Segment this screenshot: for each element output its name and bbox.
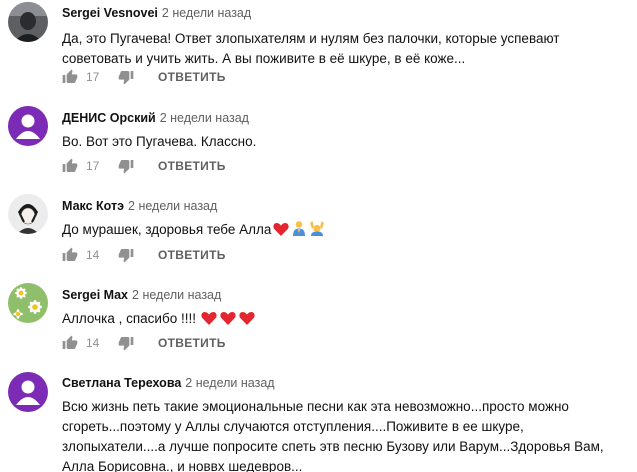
comment-toolbar: 17 ОТВЕТИТЬ xyxy=(62,67,226,87)
comment-toolbar: 17 ОТВЕТИТЬ xyxy=(62,156,226,176)
like-count: 17 xyxy=(86,159,100,173)
comment-text: Аллочка , спасибо !!!! xyxy=(62,309,629,329)
comment-toolbar: 14 ОТВЕТИТЬ xyxy=(62,333,226,353)
daisies-photo-icon xyxy=(8,283,48,323)
heart-icon xyxy=(239,312,255,325)
raised-hands-icon xyxy=(310,221,325,236)
comment-time[interactable]: 2 недели назад xyxy=(185,376,274,390)
thumbs-down-icon[interactable] xyxy=(118,247,134,263)
thumbs-up-icon[interactable] xyxy=(62,247,78,263)
reply-button[interactable]: ОТВЕТИТЬ xyxy=(158,159,226,173)
comment-author[interactable]: Sergei Vesnovei xyxy=(62,6,158,20)
comment-toolbar: 14 ОТВЕТИТЬ xyxy=(62,245,226,265)
comment-text: Да, это Пугачева! Ответ злопыхателям и н… xyxy=(62,31,560,66)
like-count: 17 xyxy=(86,70,100,84)
reply-button[interactable]: ОТВЕТИТЬ xyxy=(158,248,226,262)
avatar[interactable] xyxy=(8,106,48,146)
comment-time[interactable]: 2 недели назад xyxy=(160,111,249,125)
thumbs-up-icon[interactable] xyxy=(62,69,78,85)
avatar[interactable] xyxy=(8,283,48,323)
comment-item: Светлана Терехова 2 недели назад Всю жизн… xyxy=(0,370,637,472)
reply-button[interactable]: ОТВЕТИТЬ xyxy=(158,70,226,84)
heart-icon xyxy=(220,312,236,325)
comment-text: Всю жизнь петь такие эмоциональные песни… xyxy=(62,399,604,472)
thumbs-down-icon[interactable] xyxy=(118,335,134,351)
comment-text-body: До мурашек, здоровья тебе Алла xyxy=(62,222,272,237)
avatar[interactable] xyxy=(8,2,48,42)
comment-item: Макс Котэ 2 недели назад До мурашек, здор… xyxy=(0,192,637,268)
thumbs-up-icon[interactable] xyxy=(62,335,78,351)
comment-author[interactable]: Светлана Терехова xyxy=(62,376,181,390)
avatar[interactable] xyxy=(8,372,48,412)
like-count: 14 xyxy=(86,248,100,262)
praying-person-icon xyxy=(293,221,306,236)
avatar[interactable] xyxy=(8,194,48,234)
comment-item: Sergei Max 2 недели назад Аллочка , спаси… xyxy=(0,281,637,357)
thumbs-up-icon[interactable] xyxy=(62,158,78,174)
heart-icon xyxy=(201,312,217,325)
comment-time[interactable]: 2 недели назад xyxy=(162,6,251,20)
default-user-icon xyxy=(16,114,40,139)
comment-author[interactable]: Макс Котэ xyxy=(62,199,124,213)
comment-item: ДЕНИС Орский 2 недели назад Во. Вот это П… xyxy=(0,104,637,180)
comment-text: Во. Вот это Пугачева. Классно. xyxy=(62,134,257,149)
reply-button[interactable]: ОТВЕТИТЬ xyxy=(158,336,226,350)
heart-icon xyxy=(273,223,290,236)
like-count: 14 xyxy=(86,336,100,350)
comment-text-body: Аллочка , спасибо !!!! xyxy=(62,311,196,326)
comment-text: До мурашек, здоровья тебе Алла xyxy=(62,220,629,240)
character-avatar-icon xyxy=(8,194,48,234)
comment-item: Sergei Vesnovei 2 недели назад Да, это Пу… xyxy=(0,0,637,88)
comment-time[interactable]: 2 недели назад xyxy=(132,288,221,302)
comment-author[interactable]: Sergei Max xyxy=(62,288,128,302)
avatar-photo-icon xyxy=(8,2,48,42)
comment-author[interactable]: ДЕНИС Орский xyxy=(62,111,156,125)
thumbs-down-icon[interactable] xyxy=(118,69,134,85)
comment-time[interactable]: 2 недели назад xyxy=(128,199,217,213)
default-user-icon xyxy=(16,380,40,405)
thumbs-down-icon[interactable] xyxy=(118,158,134,174)
